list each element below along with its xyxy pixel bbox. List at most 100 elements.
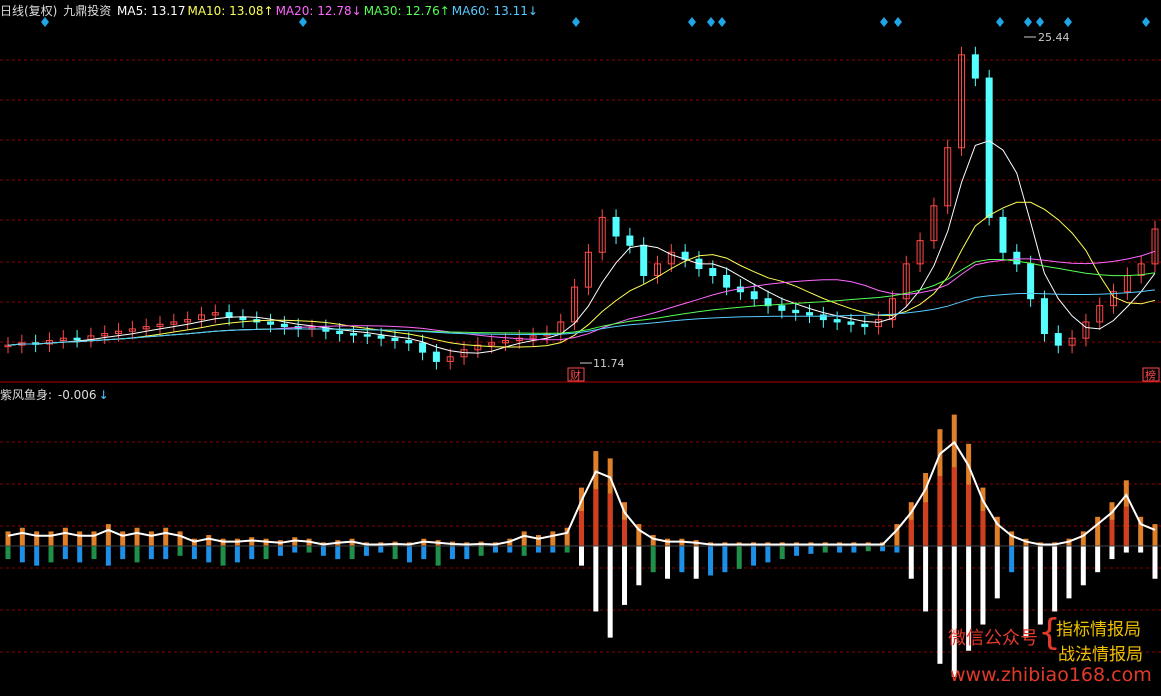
pos-bar-core bbox=[1123, 506, 1129, 546]
pos-bar bbox=[1095, 516, 1101, 546]
candle-body bbox=[349, 333, 357, 336]
candle-body bbox=[999, 216, 1007, 253]
pos-bar bbox=[550, 531, 556, 546]
neg-bar bbox=[234, 546, 240, 563]
neg-bar bbox=[206, 546, 212, 563]
neg-bar bbox=[306, 546, 312, 553]
signal-diamond-7 bbox=[894, 17, 902, 27]
neg-bar bbox=[507, 546, 513, 553]
pos-bar-core bbox=[593, 489, 599, 546]
neg-bar bbox=[579, 546, 584, 566]
candle-body bbox=[405, 340, 413, 344]
ma-legend-ma30: MA30: 12.76↑ bbox=[363, 4, 450, 18]
neg-bar bbox=[148, 546, 154, 560]
ma-legend-ma5: MA5: 13.17 bbox=[117, 4, 186, 18]
pos-bar-core bbox=[622, 519, 628, 546]
neg-bar bbox=[335, 546, 341, 560]
candle-body bbox=[225, 312, 233, 318]
watermark-wechat: 微信公众号 bbox=[948, 628, 1038, 649]
pos-bar bbox=[105, 524, 111, 546]
neg-bar bbox=[478, 546, 484, 556]
neg-bar bbox=[34, 546, 40, 566]
neg-bar bbox=[492, 546, 498, 553]
candle-body bbox=[1040, 298, 1048, 335]
neg-bar bbox=[134, 546, 140, 563]
ma60-line bbox=[7, 289, 1156, 346]
watermark-line3: 战法情报局 bbox=[1058, 645, 1143, 665]
neg-bar bbox=[550, 546, 556, 553]
candle-body bbox=[833, 319, 841, 323]
neg-bar bbox=[320, 546, 326, 556]
candle-body bbox=[709, 268, 717, 276]
candle-body bbox=[640, 244, 648, 276]
neg-bar bbox=[794, 546, 800, 556]
neg-bar bbox=[406, 546, 412, 563]
neg-bar bbox=[908, 546, 914, 579]
neg-bar bbox=[105, 546, 111, 566]
candle-body bbox=[377, 335, 385, 339]
candle-body bbox=[861, 323, 869, 328]
pos-bar bbox=[5, 531, 11, 546]
neg-bar bbox=[177, 546, 183, 556]
neg-bar bbox=[1066, 546, 1072, 599]
neg-bar bbox=[851, 546, 857, 553]
pos-bar bbox=[19, 527, 25, 546]
ma5-line bbox=[7, 140, 1156, 354]
chart-svg[interactable]: 25.44 11.74 财 榜 bbox=[0, 0, 1161, 692]
neg-bar bbox=[62, 546, 68, 560]
pos-bar bbox=[206, 535, 212, 546]
neg-bar bbox=[263, 546, 269, 560]
chart-title: 日线(复权) bbox=[0, 4, 58, 18]
pos-bar bbox=[1152, 524, 1158, 546]
signal-diamond-11 bbox=[1064, 17, 1072, 27]
neg-bar bbox=[435, 546, 441, 566]
signal-diamond-5 bbox=[718, 17, 726, 27]
pos-bar-core bbox=[908, 519, 914, 546]
candle-body bbox=[419, 342, 427, 353]
candle-body bbox=[1013, 251, 1021, 265]
neg-bar bbox=[779, 546, 785, 560]
stock-name: 九鼎投资 bbox=[63, 4, 112, 18]
ma-legend-ma60: MA60: 13.11↓ bbox=[451, 4, 538, 18]
signal-diamond-10 bbox=[1036, 17, 1044, 27]
watermark-line2: 指标情报局 bbox=[1056, 620, 1141, 640]
neg-bar bbox=[865, 546, 871, 552]
candle-body bbox=[792, 309, 800, 314]
pos-bar-core bbox=[1109, 519, 1115, 546]
main-legend: 日线(复权) 九鼎投资 MA5: 13.17 MA10: 13.08↑ MA20: … bbox=[0, 2, 540, 19]
tag-bang: 榜 bbox=[1145, 368, 1156, 382]
neg-bar bbox=[736, 546, 742, 569]
pos-bar-core bbox=[966, 484, 972, 546]
neg-bar bbox=[894, 546, 900, 553]
pos-bar-core bbox=[951, 467, 957, 546]
candle-body bbox=[971, 54, 979, 79]
candle-body bbox=[432, 351, 440, 362]
neg-bar bbox=[808, 546, 814, 554]
neg-bar bbox=[48, 546, 54, 563]
high-label: 25.44 bbox=[1038, 31, 1070, 44]
pos-bar-core bbox=[923, 502, 929, 546]
neg-bar bbox=[363, 546, 369, 556]
pos-bar bbox=[48, 531, 54, 546]
indicator-label: 紫风鱼身: bbox=[0, 388, 53, 402]
indicator-legend: 紫风鱼身: -0.006 ↓ bbox=[0, 386, 111, 403]
pos-bar bbox=[34, 531, 40, 546]
neg-bar bbox=[937, 546, 943, 664]
signal-diamond-2 bbox=[572, 17, 580, 27]
signal-diamond-8 bbox=[996, 17, 1004, 27]
pos-bar bbox=[163, 527, 169, 546]
neg-bar bbox=[650, 546, 656, 573]
neg-bar bbox=[349, 546, 355, 560]
neg-bar bbox=[19, 546, 25, 563]
neg-bar bbox=[994, 546, 1000, 599]
candle-body bbox=[363, 334, 371, 337]
low-label: 11.74 bbox=[593, 357, 625, 370]
neg-bar bbox=[421, 546, 427, 560]
candle-body bbox=[723, 274, 731, 288]
neg-bar bbox=[163, 546, 169, 560]
neg-bar bbox=[120, 546, 126, 560]
neg-bar bbox=[449, 546, 455, 560]
neg-bar bbox=[708, 546, 714, 576]
neg-bar bbox=[607, 546, 613, 638]
neg-bar bbox=[593, 546, 599, 612]
